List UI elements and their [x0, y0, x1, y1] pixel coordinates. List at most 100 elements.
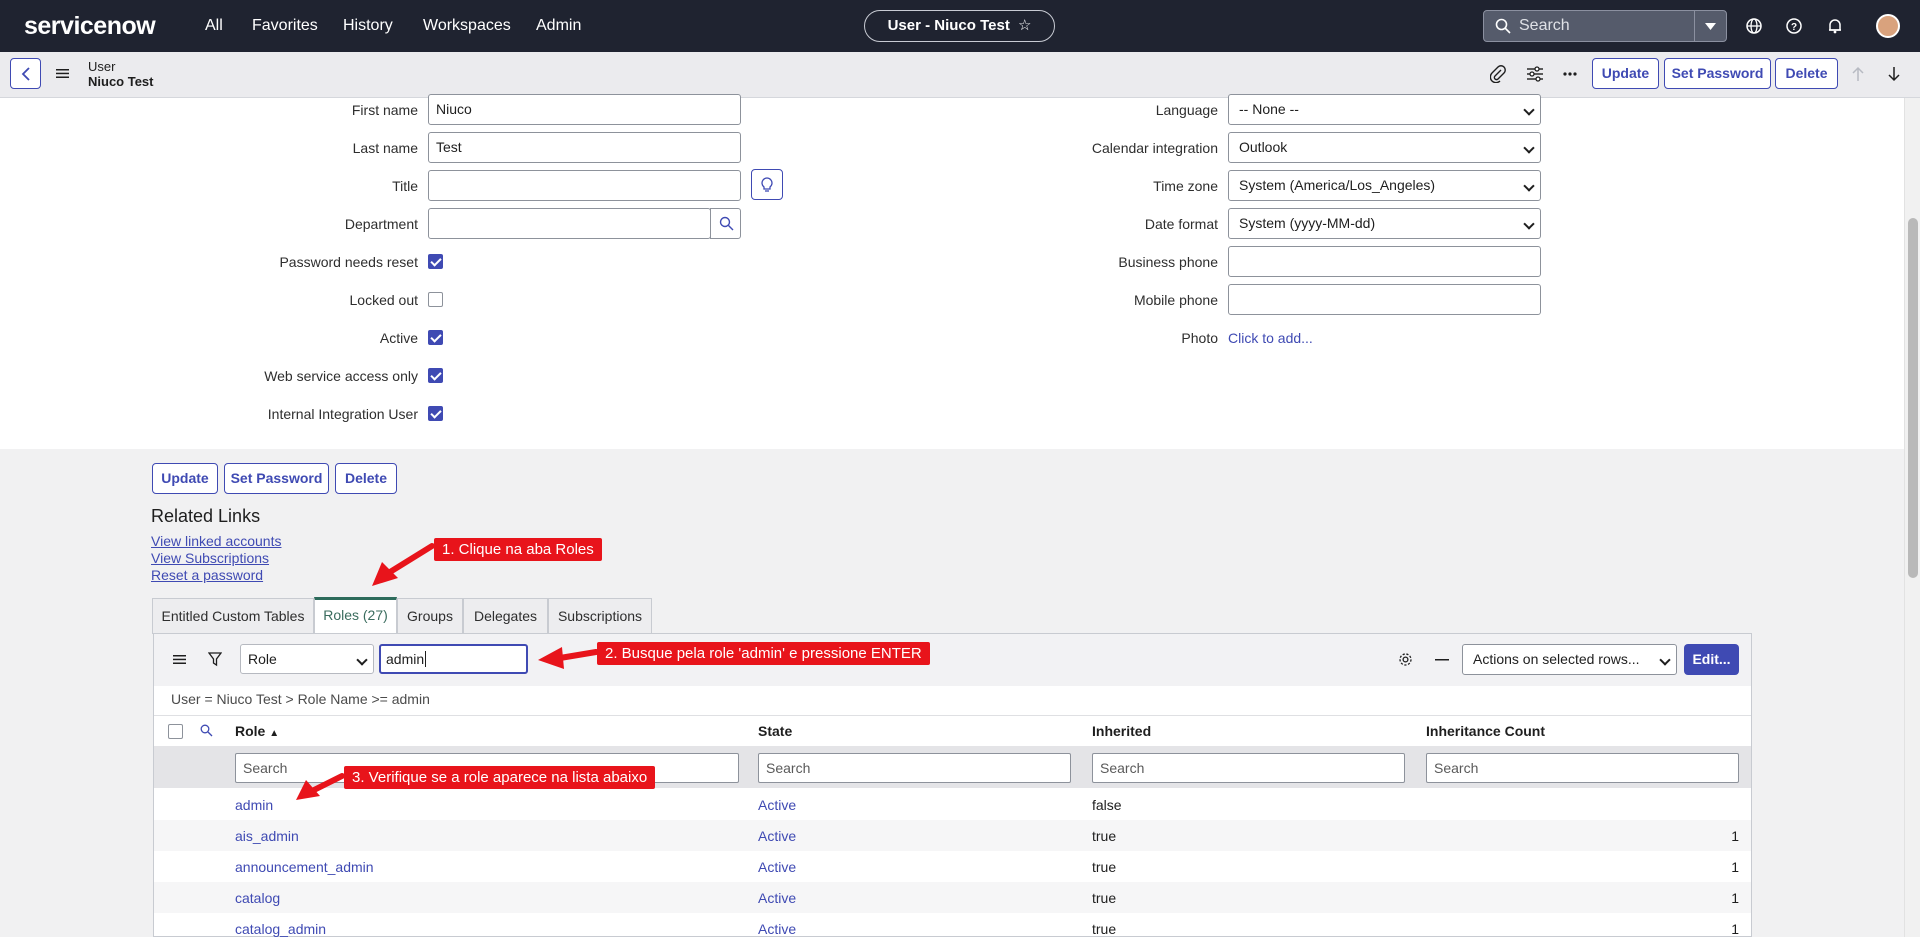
next-record-icon[interactable]	[1887, 66, 1901, 82]
photo-add-link[interactable]: Click to add...	[1228, 329, 1313, 347]
set-password-button[interactable]: Set Password	[1664, 58, 1771, 89]
servicenow-logo[interactable]: servicenow	[24, 12, 156, 40]
title-field[interactable]	[428, 170, 741, 201]
scrollbar-thumb[interactable]	[1908, 218, 1918, 578]
form-menu-icon[interactable]	[56, 69, 69, 78]
list-menu-icon[interactable]	[173, 655, 186, 664]
state-link[interactable]: Active	[758, 858, 796, 876]
column-header-inherited[interactable]: Inherited	[1092, 723, 1151, 739]
delete-button[interactable]: Delete	[1775, 58, 1838, 89]
role-link[interactable]: catalog_admin	[235, 920, 326, 937]
list-toolbar: Role admin Actions on selected rows... E…	[154, 634, 1751, 686]
time-zone-select[interactable]: System (America/Los_Angeles)	[1228, 170, 1541, 201]
first-name-label: First name	[351, 102, 418, 118]
active-checkbox[interactable]	[428, 330, 443, 345]
title-label: Title	[392, 178, 418, 194]
nav-all[interactable]: All	[205, 16, 223, 36]
locked-out-checkbox[interactable]	[428, 292, 443, 307]
select-all-checkbox[interactable]	[168, 724, 183, 739]
state-link[interactable]: Active	[758, 889, 796, 907]
globe-icon[interactable]	[1744, 16, 1764, 36]
state-link[interactable]: Active	[758, 796, 796, 814]
record-title-pill[interactable]: User - Niuco Test ☆	[864, 10, 1055, 42]
business-phone-field[interactable]	[1228, 246, 1541, 277]
annotation-arrow-1	[372, 543, 434, 586]
nav-workspaces[interactable]: Workspaces	[423, 16, 511, 36]
star-icon[interactable]: ☆	[1018, 17, 1031, 34]
date-format-select[interactable]: System (yyyy-MM-dd)	[1228, 208, 1541, 239]
delete-button-bottom[interactable]: Delete	[335, 463, 397, 494]
page-scrollbar[interactable]	[1904, 98, 1920, 937]
column-search-icon[interactable]	[200, 724, 213, 737]
inherited-value: true	[1092, 890, 1117, 906]
column-header-inheritance-count[interactable]: Inheritance Count	[1426, 723, 1545, 739]
bell-icon[interactable]	[1825, 16, 1845, 36]
list-search-input[interactable]: admin	[379, 644, 528, 674]
tab-groups[interactable]: Groups	[397, 598, 463, 634]
inherited-search-input[interactable]: Search	[1092, 753, 1405, 783]
count-search-input[interactable]: Search	[1426, 753, 1739, 783]
update-button[interactable]: Update	[1592, 58, 1659, 89]
role-link[interactable]: admin	[235, 796, 273, 814]
mobile-phone-field[interactable]	[1228, 284, 1541, 315]
calendar-integration-label: Calendar integration	[1091, 140, 1218, 156]
sort-ascending-icon: ▲	[269, 728, 280, 739]
nav-favorites[interactable]: Favorites	[252, 16, 318, 36]
last-name-field[interactable]: Test	[428, 132, 741, 163]
department-lookup-button[interactable]	[710, 208, 741, 239]
edit-button[interactable]: Edit...	[1684, 644, 1739, 675]
web-service-checkbox[interactable]	[428, 368, 443, 383]
divider	[154, 715, 1751, 716]
more-options-icon[interactable]	[1563, 72, 1577, 76]
internal-integration-checkbox[interactable]	[428, 406, 443, 421]
tab-entitled-custom-tables[interactable]: Entitled Custom Tables	[152, 598, 314, 634]
state-link[interactable]: Active	[758, 920, 796, 937]
previous-record-icon[interactable]	[1851, 66, 1865, 82]
reset-password-link[interactable]: Reset a password	[151, 567, 263, 583]
list-breadcrumb[interactable]: User = Niuco Test > Role Name >= admin	[171, 691, 430, 707]
department-field[interactable]	[428, 208, 711, 239]
form-record-label: Niuco Test	[88, 74, 154, 89]
password-reset-checkbox[interactable]	[428, 254, 443, 269]
tab-roles[interactable]: Roles (27)	[314, 597, 397, 634]
actions-select[interactable]: Actions on selected rows...	[1462, 644, 1677, 675]
title-suggestion-button[interactable]	[751, 169, 783, 200]
global-search[interactable]: Search	[1483, 10, 1727, 42]
view-subscriptions-link[interactable]: View Subscriptions	[151, 550, 269, 566]
nav-admin[interactable]: Admin	[536, 16, 581, 36]
state-link[interactable]: Active	[758, 827, 796, 845]
time-zone-label: Time zone	[1153, 178, 1218, 194]
role-link[interactable]: announcement_admin	[235, 858, 374, 876]
column-header-state[interactable]: State	[758, 723, 792, 739]
collapse-icon[interactable]	[1435, 659, 1449, 661]
nav-history[interactable]: History	[343, 16, 393, 36]
calendar-integration-select[interactable]: Outlook	[1228, 132, 1541, 163]
personalize-form-icon[interactable]	[1526, 66, 1544, 82]
role-link[interactable]: catalog	[235, 889, 280, 907]
tab-subscriptions[interactable]: Subscriptions	[548, 598, 652, 634]
attachment-icon[interactable]	[1490, 65, 1506, 83]
gear-icon[interactable]	[1398, 652, 1413, 667]
first-name-field[interactable]: Niuco	[428, 94, 741, 125]
form-header: User Niuco Test Update Set Password Dele…	[0, 52, 1920, 98]
column-header-role[interactable]: Role ▲	[235, 723, 279, 739]
language-select[interactable]: -- None --	[1228, 94, 1541, 125]
back-button[interactable]	[10, 58, 41, 89]
help-icon[interactable]: ?	[1784, 16, 1804, 36]
tab-delegates[interactable]: Delegates	[463, 598, 548, 634]
form-table-label: User	[88, 59, 116, 74]
role-link[interactable]: ais_admin	[235, 827, 299, 845]
user-form: First name Niuco Last name Test Title De…	[0, 94, 1904, 449]
view-linked-accounts-link[interactable]: View linked accounts	[151, 533, 281, 549]
user-avatar[interactable]	[1876, 14, 1900, 38]
state-search-input[interactable]: Search	[758, 753, 1071, 783]
search-field-select[interactable]: Role	[240, 644, 374, 674]
search-scope-dropdown[interactable]	[1694, 11, 1726, 41]
annotation-arrow-3	[296, 773, 345, 800]
record-title: User - Niuco Test	[887, 17, 1010, 34]
set-password-button-bottom[interactable]: Set Password	[224, 463, 329, 494]
update-button-bottom[interactable]: Update	[152, 463, 218, 494]
filter-icon[interactable]	[208, 652, 222, 667]
count-value: 1	[1731, 828, 1739, 844]
annotation-arrow-2	[538, 647, 598, 669]
